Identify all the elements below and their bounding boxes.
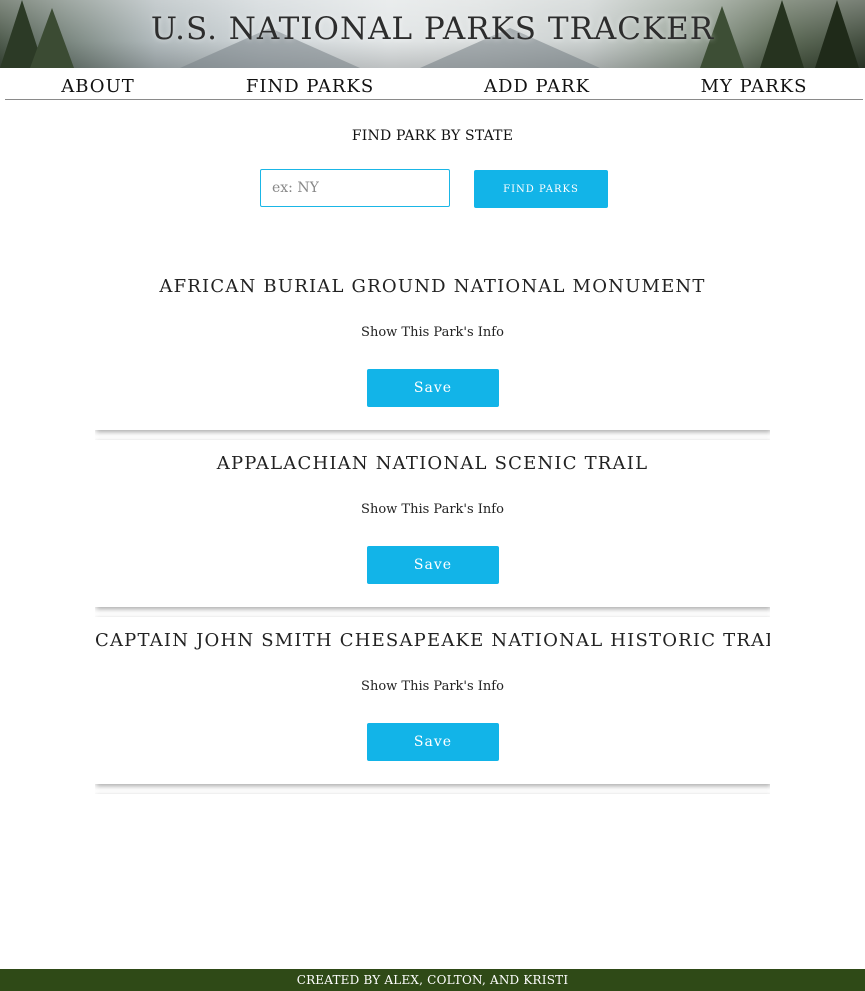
nav-item-find-parks[interactable]: FIND PARKS xyxy=(246,76,374,97)
park-card: APPALACHIAN NATIONAL SCENIC TRAIL Show T… xyxy=(95,440,770,607)
nav-item-my-parks[interactable]: MY PARKS xyxy=(701,76,808,97)
save-park-button[interactable]: Save xyxy=(367,369,499,407)
park-name: AFRICAN BURIAL GROUND NATIONAL MONUMENT xyxy=(159,276,706,297)
page-title: U.S. NATIONAL PARKS TRACKER xyxy=(150,11,715,47)
park-card: CAPTAIN JOHN SMITH CHESAPEAKE NATIONAL H… xyxy=(95,617,770,784)
search-label: FIND PARK BY STATE xyxy=(351,128,514,144)
show-park-info-link[interactable]: Show This Park's Info xyxy=(95,325,770,340)
header-banner: U.S. NATIONAL PARKS TRACKER xyxy=(0,0,865,68)
find-parks-button[interactable]: FIND PARKS xyxy=(474,170,608,208)
state-search-input[interactable] xyxy=(260,169,450,207)
park-card-partial xyxy=(95,794,770,802)
nav-item-add-park[interactable]: ADD PARK xyxy=(484,76,590,97)
save-park-button[interactable]: Save xyxy=(367,723,499,761)
footer-credits: CREATED BY ALEX, COLTON, AND KRISTI xyxy=(0,969,865,991)
nav-item-about[interactable]: ABOUT xyxy=(61,76,135,97)
park-name: CAPTAIN JOHN SMITH CHESAPEAKE NATIONAL H… xyxy=(95,630,770,651)
save-park-button[interactable]: Save xyxy=(367,546,499,584)
show-park-info-link[interactable]: Show This Park's Info xyxy=(95,679,770,694)
show-park-info-link[interactable]: Show This Park's Info xyxy=(95,502,770,517)
park-results-list[interactable]: AFRICAN BURIAL GROUND NATIONAL MONUMENT … xyxy=(95,263,770,802)
park-name: APPALACHIAN NATIONAL SCENIC TRAIL xyxy=(216,453,649,474)
park-card: AFRICAN BURIAL GROUND NATIONAL MONUMENT … xyxy=(95,263,770,430)
main-nav: ABOUT FIND PARKS ADD PARK MY PARKS xyxy=(5,68,863,100)
